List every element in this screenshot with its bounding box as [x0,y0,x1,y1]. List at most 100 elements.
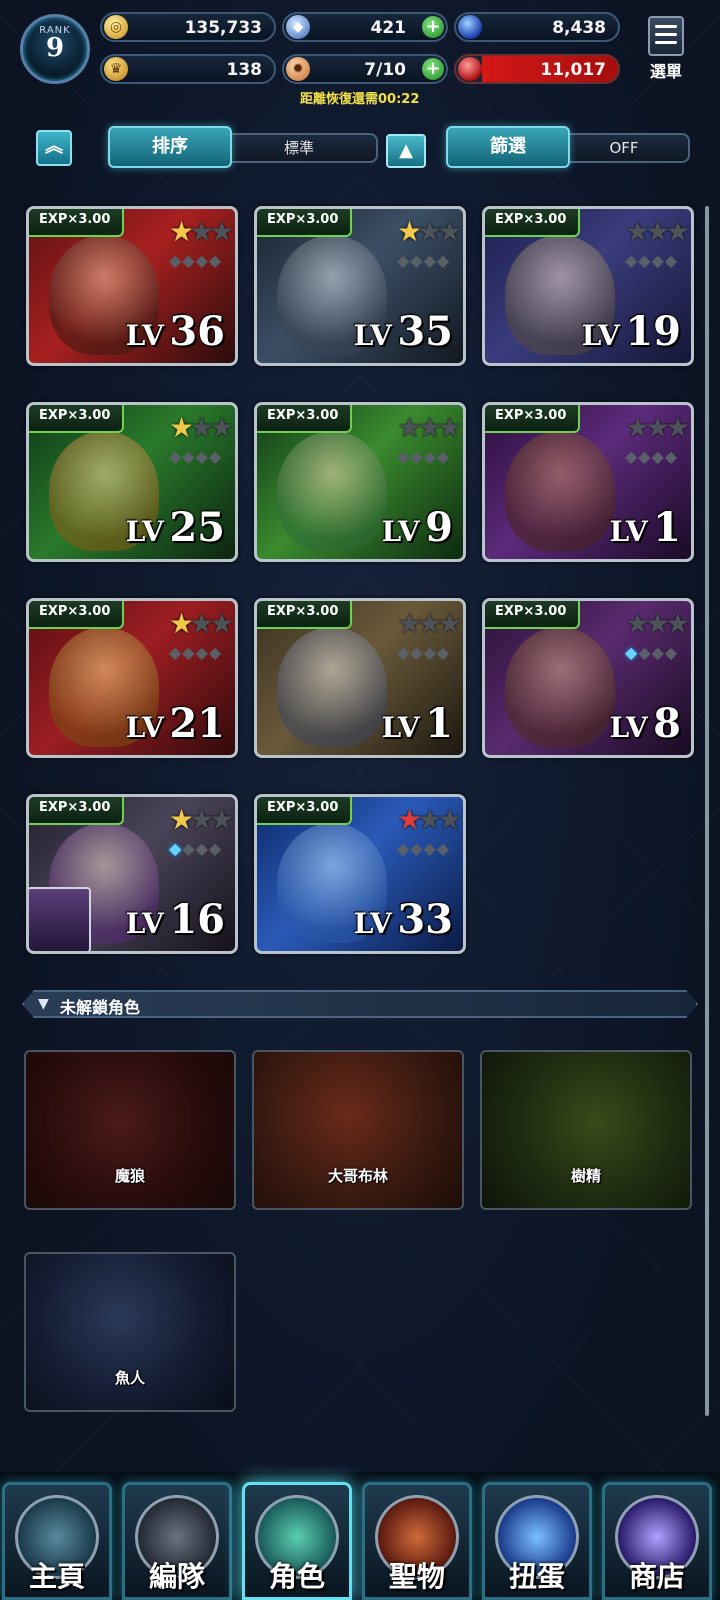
level-label: LV 1 [609,504,681,551]
rarity-stars: ★★★ [169,411,234,444]
locked-character-name: 大哥布林 [327,1167,388,1185]
exp-badge: EXP×3.00 [257,209,353,237]
character-card[interactable]: EXP×3.00 ★★★ ◆◆◆◆ LV 33 [254,794,466,954]
stamina-icon: ✹ [286,57,310,81]
gold-value: 135,733 [184,18,262,38]
awaken-gems: ◆◆◆◆ [625,447,679,466]
exp-badge: EXP×3.00 [257,797,353,825]
red-orb-icon [458,57,482,81]
character-card[interactable]: EXP×3.00 ★★★ ◆◆◆◆ LV 19 [482,206,694,366]
blue-orb-icon [458,15,482,39]
awaken-gems: ◆◆◆◆ [625,251,679,270]
character-card[interactable]: EXP×3.00 ★★★ ◆◆◆◆ LV 36 [26,206,238,366]
sort-value-field[interactable]: 標準 [220,133,378,163]
scrollbar[interactable] [705,206,709,1416]
exp-badge: EXP×3.00 [485,209,581,237]
character-card[interactable]: EXP×3.00 ★★★ ◆◆◆◆ LV 1 [254,598,466,758]
nav-characters[interactable]: 角色 [242,1482,352,1600]
awaken-gems: ◆◆◆◆ [397,447,451,466]
character-card[interactable]: EXP×3.00 ★★★ ◆◆◆◆ LV 1 [482,402,694,562]
rarity-stars: ★★★ [625,215,690,248]
rank-badge[interactable]: RANK 9 [20,14,90,84]
crystal-value: 421 [370,18,407,38]
rarity-stars: ★★★ [397,607,462,640]
rarity-stars: ★★★ [397,411,462,444]
sort-button[interactable]: 排序 [108,126,232,168]
character-portrait [277,627,387,747]
character-card[interactable]: EXP×3.00 ★★★ ◆◆◆◆ LV 16 [26,794,238,954]
locked-characters-header[interactable]: ▼ 未解鎖角色 [22,990,698,1018]
exp-badge: EXP×3.00 [29,601,125,629]
collapse-up-button[interactable]: ︽ [36,130,72,166]
level-label: LV 21 [125,700,225,747]
triangle-up-icon: ▲ [399,140,413,161]
filter-value-field[interactable]: OFF [558,133,690,163]
red-orb-counter: 11,017 [454,54,620,84]
nav-label: 主頁 [28,1560,85,1593]
section-title: 未解鎖角色 [60,998,141,1017]
nav-relics[interactable]: 聖物 [362,1482,472,1600]
level-label: LV 1 [381,700,453,747]
add-crystal-button[interactable]: + [422,16,444,38]
level-label: LV 36 [125,308,225,355]
character-card[interactable]: EXP×3.00 ★★★ ◆◆◆◆ LV 8 [482,598,694,758]
trophy-value: 138 [226,60,263,80]
stamina-recover-timer: 距離恢復還需00:22 [300,92,420,107]
awaken-gems: ◆◆◆◆ [169,643,223,662]
blue-orb-counter: 8,438 [454,12,620,42]
exp-badge: EXP×3.00 [257,601,353,629]
nav-gacha[interactable]: 扭蛋 [482,1482,592,1600]
awaken-gems: ◆◆◆◆ [397,251,451,270]
nav-team[interactable]: 編隊 [122,1482,232,1600]
stamina-value: 7/10 [364,60,406,80]
level-label: LV 16 [125,896,225,943]
awaken-gems: ◆◆◆◆ [169,447,223,466]
level-label: LV 8 [609,700,681,747]
gold-counter: ◎ 135,733 [100,12,276,42]
exp-badge: EXP×3.00 [257,405,353,433]
rarity-stars: ★★★ [169,803,234,836]
character-portrait [505,431,615,551]
character-portrait [277,431,387,551]
level-label: LV 35 [353,308,453,355]
trophy-icon: ♛ [104,57,128,81]
rarity-stars: ★★★ [169,607,234,640]
level-label: LV 25 [125,504,225,551]
hamburger-menu-icon [648,16,684,56]
locked-character-name: 魔狼 [114,1167,145,1185]
sort-control: 標準 排序 [108,126,428,168]
crystal-icon: ◆ [286,15,310,39]
rank-value: 9 [45,33,65,63]
awaken-gems: ◆◆◆◆ [397,643,451,662]
locked-character-name: 魚人 [114,1369,145,1387]
locked-character-card[interactable]: 大哥布林 [252,1050,464,1210]
level-label: LV 19 [581,308,681,355]
character-card[interactable]: EXP×3.00 ★★★ ◆◆◆◆ LV 35 [254,206,466,366]
sort-order-toggle[interactable]: ▲ [386,134,426,168]
rarity-stars: ★★★ [625,411,690,444]
crystal-counter: ◆ 421 + [282,12,448,42]
locked-character-card[interactable]: 樹精 [480,1050,692,1210]
nav-label: 扭蛋 [508,1560,565,1593]
character-card[interactable]: EXP×3.00 ★★★ ◆◆◆◆ LV 9 [254,402,466,562]
rarity-stars: ★★★ [169,215,234,248]
support-character-thumbnail [29,887,91,951]
locked-character-name: 樹精 [570,1167,601,1185]
add-stamina-button[interactable]: + [422,58,444,80]
character-portrait [505,627,615,747]
triangle-down-icon: ▼ [38,996,49,1012]
menu-button[interactable]: 選單 [646,16,686,84]
character-card[interactable]: EXP×3.00 ★★★ ◆◆◆◆ LV 21 [26,598,238,758]
red-orb-value: 11,017 [540,60,606,80]
filter-button[interactable]: 篩選 [446,126,570,168]
character-card[interactable]: EXP×3.00 ★★★ ◆◆◆◆ LV 25 [26,402,238,562]
filter-control: OFF 篩選 [446,126,690,168]
nav-label: 聖物 [388,1560,445,1593]
locked-character-card[interactable]: 魔狼 [24,1050,236,1210]
nav-shop[interactable]: 商店 [602,1482,712,1600]
rarity-stars: ★★★ [397,215,462,248]
nav-home[interactable]: 主頁 [2,1482,112,1600]
exp-badge: EXP×3.00 [29,797,125,825]
exp-badge: EXP×3.00 [485,601,581,629]
locked-character-card[interactable]: 魚人 [24,1252,236,1412]
